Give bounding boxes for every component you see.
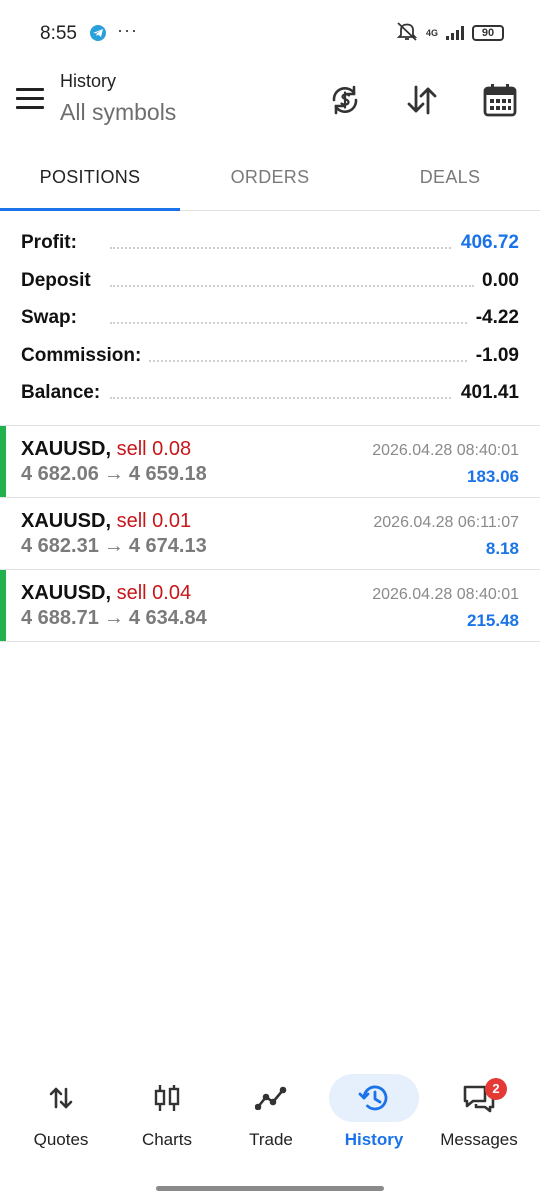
- close-price: 4 659.18: [128, 463, 207, 485]
- trade-profit: 8.18: [485, 539, 519, 558]
- nav-label: Messages: [440, 1130, 518, 1149]
- trade-time: 2026.04.28 08:40:01: [372, 586, 519, 603]
- nav-label: Quotes: [33, 1130, 89, 1149]
- menu-icon[interactable]: [16, 88, 44, 110]
- tab-orders[interactable]: ORDERS: [180, 144, 360, 211]
- bottom-navigation: Quotes Charts Trade History 2 Messages: [0, 1066, 540, 1160]
- dotted-leader: [110, 359, 474, 362]
- unread-badge: 2: [485, 1078, 507, 1100]
- summary-value: 401.41: [452, 382, 519, 404]
- positions-list: XAUUSD, sell 0.08 4 682.06 → 4 659.18 2026…: [0, 425, 540, 642]
- trade-line-icon: [226, 1074, 316, 1122]
- close-price: 4 674.13: [128, 535, 207, 557]
- dotted-leader: [110, 284, 474, 287]
- trade-symbol: XAUUSD,: [21, 510, 112, 532]
- battery-icon: 90: [472, 25, 504, 41]
- sort-icon[interactable]: [400, 78, 444, 122]
- trade-symbol-line: XAUUSD, sell 0.01: [21, 510, 191, 533]
- summary-panel: Profit: 406.72 Deposit 0.00 Swap: -4.22 …: [0, 226, 540, 414]
- nav-quotes[interactable]: Quotes: [7, 1066, 115, 1160]
- nav-charts[interactable]: Charts: [113, 1066, 221, 1160]
- open-price: 4 682.06: [21, 463, 99, 485]
- summary-row-swap: Swap: -4.22: [0, 301, 540, 339]
- tab-deals[interactable]: DEALS: [360, 144, 540, 211]
- mute-icon: [396, 21, 418, 46]
- summary-value: 406.72: [452, 232, 519, 254]
- arrow-icon: →: [103, 463, 124, 485]
- list-item[interactable]: XAUUSD, sell 0.08 4 682.06 → 4 659.18 2026…: [0, 426, 540, 498]
- status-indicators: 4G 90: [396, 21, 504, 46]
- symbol-filter[interactable]: All symbols: [60, 99, 176, 126]
- open-price: 4 688.71: [21, 607, 99, 629]
- telegram-icon: [90, 25, 106, 41]
- history-icon: [329, 1074, 419, 1122]
- status-time: 8:55: [40, 23, 77, 44]
- trade-side: sell 0.04: [116, 582, 192, 604]
- trade-profit: 183.06: [467, 467, 519, 486]
- list-item[interactable]: XAUUSD, sell 0.01 4 682.31 → 4 674.13 2026…: [0, 498, 540, 570]
- nav-trade[interactable]: Trade: [217, 1066, 325, 1160]
- active-tab-indicator: [0, 208, 180, 211]
- dotted-leader: [110, 247, 474, 249]
- arrow-icon: →: [103, 607, 124, 629]
- trade-side: sell 0.08: [116, 438, 192, 460]
- summary-label: Balance:: [21, 382, 109, 404]
- currency-exchange-icon[interactable]: [323, 78, 367, 122]
- dotted-leader: [110, 322, 474, 324]
- trade-prices: 4 688.71 → 4 634.84: [21, 607, 207, 630]
- nav-history[interactable]: History: [320, 1066, 428, 1160]
- history-tabs: POSITIONS ORDERS DEALS: [0, 144, 540, 211]
- nav-messages[interactable]: 2 Messages: [425, 1066, 533, 1160]
- close-price: 4 634.84: [128, 607, 207, 629]
- trade-side: sell 0.01: [116, 510, 192, 532]
- calendar-icon[interactable]: [478, 78, 522, 122]
- quotes-arrows-icon: [16, 1074, 106, 1122]
- trade-prices: 4 682.31 → 4 674.13: [21, 535, 207, 558]
- list-item[interactable]: XAUUSD, sell 0.04 4 688.71 → 4 634.84 2026…: [0, 570, 540, 642]
- nav-label: Charts: [141, 1130, 193, 1149]
- trade-time: 2026.04.28 08:40:01: [372, 442, 519, 459]
- open-price: 4 682.31: [21, 535, 99, 557]
- position-marker: [0, 570, 6, 641]
- trade-symbol: XAUUSD,: [21, 438, 112, 460]
- candlestick-chart-icon: [122, 1074, 212, 1122]
- summary-row-commission: Commission: -1.09: [0, 339, 540, 377]
- nav-label: Trade: [249, 1130, 293, 1149]
- arrow-icon: →: [103, 535, 124, 557]
- position-marker: [0, 426, 6, 497]
- more-notifications-icon: ···: [117, 20, 138, 40]
- trade-symbol: XAUUSD,: [21, 582, 112, 604]
- summary-label: Profit:: [21, 232, 85, 254]
- summary-label: Swap:: [21, 307, 85, 329]
- summary-value: -1.09: [467, 344, 519, 367]
- summary-row-balance: Balance: 401.41: [0, 376, 540, 414]
- trade-prices: 4 682.06 → 4 659.18: [21, 463, 207, 486]
- trade-symbol-line: XAUUSD, sell 0.08: [21, 438, 191, 461]
- dotted-leader: [110, 397, 474, 399]
- gesture-home-bar[interactable]: [156, 1186, 384, 1191]
- messages-icon: [434, 1074, 524, 1122]
- trade-symbol-line: XAUUSD, sell 0.04: [21, 582, 191, 605]
- summary-label: Commission:: [21, 344, 150, 367]
- summary-row-deposit: Deposit 0.00: [0, 264, 540, 302]
- tab-positions[interactable]: POSITIONS: [0, 144, 180, 211]
- status-bar: 8:55 ··· 4G 90: [0, 0, 540, 64]
- summary-row-profit: Profit: 406.72: [0, 226, 540, 264]
- summary-label: Deposit: [21, 269, 99, 292]
- trade-profit: 215.48: [467, 611, 519, 630]
- summary-value: 0.00: [474, 269, 519, 292]
- page-title: History: [60, 71, 117, 91]
- trade-time: 2026.04.28 06:11:07: [373, 514, 519, 531]
- network-type: 4G: [425, 27, 438, 38]
- nav-label: History: [344, 1130, 404, 1149]
- summary-value: -4.22: [467, 307, 519, 329]
- signal-icon: [446, 26, 464, 40]
- top-app-bar: History All symbols: [0, 64, 540, 144]
